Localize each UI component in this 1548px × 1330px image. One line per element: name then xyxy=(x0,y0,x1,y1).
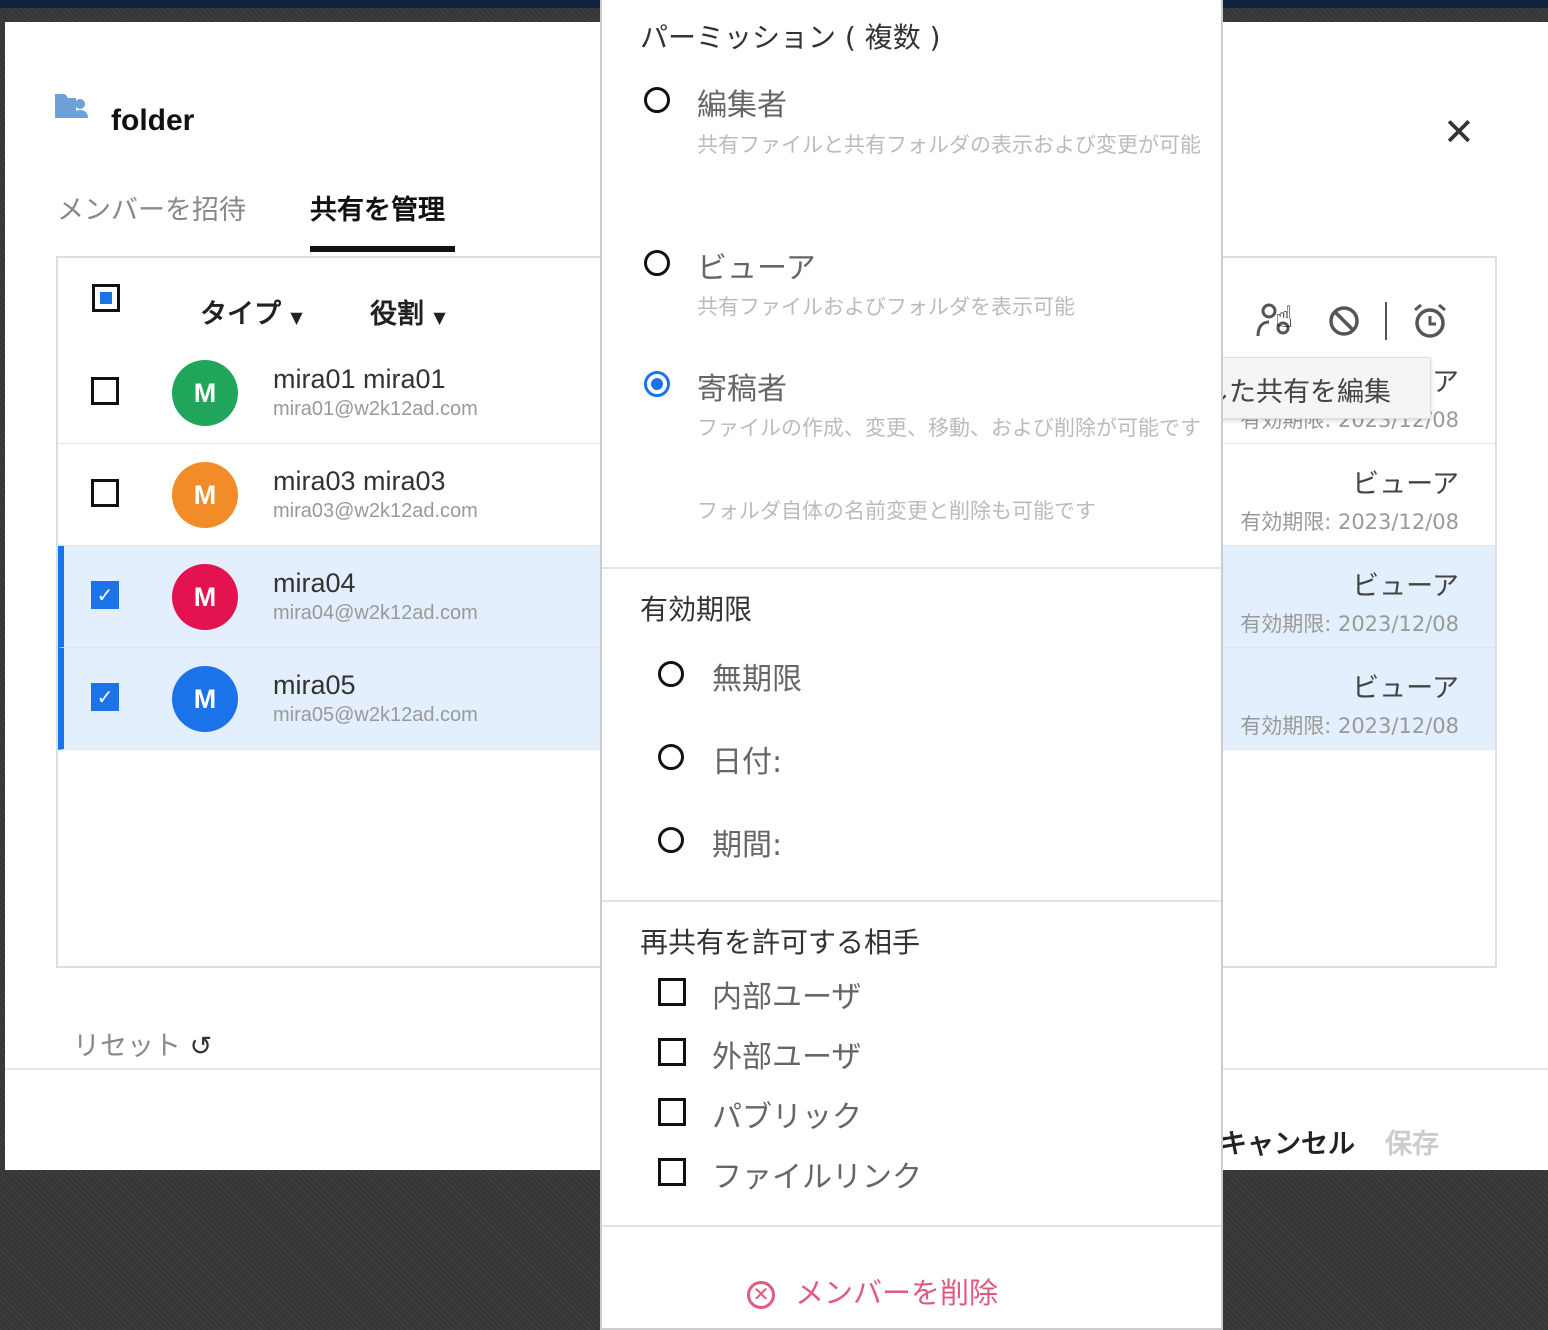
type-filter-label: タイプ xyxy=(200,299,281,330)
tab-invite-members[interactable]: メンバーを招待 xyxy=(57,188,246,227)
toolbar-divider xyxy=(1385,302,1387,340)
role-editor-label: 編集者 xyxy=(697,88,787,123)
expiry-title: 有効期限 xyxy=(640,593,753,626)
divider xyxy=(602,567,1221,569)
reset-icon: ↺ xyxy=(189,1031,213,1062)
expiry-never-label: 無期限 xyxy=(712,662,802,697)
member-email: mira05@w2k12ad.com xyxy=(273,704,478,726)
active-tab-indicator xyxy=(310,246,455,252)
member-expiry: 有効期限: 2023/12/08 xyxy=(1240,510,1459,534)
member-email: mira03@w2k12ad.com xyxy=(273,500,478,522)
member-expiry: 有効期限: 2023/12/08 xyxy=(1240,714,1459,738)
divider xyxy=(602,1225,1221,1227)
role-viewer-label: ビューア xyxy=(697,251,816,286)
member-email: mira01@w2k12ad.com xyxy=(273,398,478,420)
role-contributor-desc2: フォルダ自体の名前変更と削除も可能です xyxy=(697,499,1096,523)
reshare-filelink-checkbox[interactable] xyxy=(658,1158,686,1186)
edit-shares-popover: パーミッション ( 複数 ) 編集者 共有ファイルと共有フォルダの表示および変更… xyxy=(600,0,1223,1330)
block-icon[interactable] xyxy=(1327,304,1361,342)
hand-cursor-icon: ☝ xyxy=(1275,300,1294,335)
reset-label: リセット xyxy=(73,1031,181,1062)
member-name: mira03 mira03 xyxy=(273,466,446,496)
member-role: ビューア xyxy=(1352,469,1459,500)
caret-down-icon: ▼ xyxy=(433,308,446,327)
member-role: ビューア xyxy=(1352,571,1459,602)
cancel-button[interactable]: キャンセル xyxy=(1220,1122,1355,1161)
alarm-clock-icon[interactable] xyxy=(1410,302,1450,346)
row-checkbox[interactable] xyxy=(91,479,119,507)
close-icon[interactable]: ✕ xyxy=(1443,110,1475,154)
member-email: mira04@w2k12ad.com xyxy=(273,602,478,624)
expiry-date-label: 日付: xyxy=(712,745,783,780)
role-contributor-desc: ファイルの作成、変更、移動、および削除が可能です xyxy=(697,416,1201,440)
role-viewer-radio[interactable] xyxy=(644,250,670,276)
tab-manage-shares[interactable]: 共有を管理 xyxy=(310,188,445,227)
role-contributor-radio[interactable] xyxy=(644,371,670,397)
reset-button[interactable]: リセット ↺ xyxy=(73,1024,212,1063)
row-checkbox[interactable]: ✓ xyxy=(91,581,119,609)
avatar: M xyxy=(172,564,238,630)
role-filter-label: 役割 xyxy=(370,299,424,330)
reshare-public-label: パブリック xyxy=(712,1100,862,1135)
remove-circle-icon: ✕ xyxy=(747,1281,775,1309)
avatar: M xyxy=(172,462,238,528)
member-expiry: 有効期限: 2023/12/08 xyxy=(1240,612,1459,636)
reshare-internal-checkbox[interactable] xyxy=(658,978,686,1006)
reshare-internal-label: 内部ユーザ xyxy=(712,980,862,1015)
divider xyxy=(602,900,1221,902)
remove-member-label: メンバーを削除 xyxy=(795,1276,999,1310)
role-viewer-desc: 共有ファイルおよびフォルダを表示可能 xyxy=(697,295,1075,319)
shared-folder-icon xyxy=(53,90,89,124)
dialog-title: folder xyxy=(111,104,195,137)
expiry-period-radio[interactable] xyxy=(658,827,684,853)
reshare-external-checkbox[interactable] xyxy=(658,1038,686,1066)
member-name: mira01 mira01 xyxy=(273,364,446,394)
role-contributor-label: 寄稿者 xyxy=(697,372,787,407)
role-editor-desc: 共有ファイルと共有フォルダの表示および変更が可能 xyxy=(697,133,1201,157)
expiry-date-radio[interactable] xyxy=(658,744,684,770)
avatar: M xyxy=(172,360,238,426)
reshare-public-checkbox[interactable] xyxy=(658,1098,686,1126)
reshare-title: 再共有を許可する相手 xyxy=(640,926,921,959)
role-editor-radio[interactable] xyxy=(644,87,670,113)
member-name: mira04 xyxy=(273,568,356,598)
reshare-filelink-label: ファイルリンク xyxy=(712,1160,922,1195)
permission-title: パーミッション ( 複数 ) xyxy=(640,21,941,54)
role-filter[interactable]: 役割 ▼ xyxy=(370,292,446,331)
reshare-external-label: 外部ユーザ xyxy=(712,1040,862,1075)
save-button[interactable]: 保存 xyxy=(1385,1122,1439,1161)
caret-down-icon: ▼ xyxy=(290,308,303,327)
row-checkbox[interactable] xyxy=(91,377,119,405)
expiry-never-radio[interactable] xyxy=(658,661,684,687)
avatar: M xyxy=(172,666,238,732)
select-all-checkbox[interactable] xyxy=(92,284,120,312)
row-checkbox[interactable]: ✓ xyxy=(91,683,119,711)
remove-member-button[interactable]: ✕ メンバーを削除 xyxy=(747,1270,998,1312)
expiry-period-label: 期間: xyxy=(712,828,783,863)
member-role: ビューア xyxy=(1352,673,1459,704)
type-filter[interactable]: タイプ ▼ xyxy=(200,292,303,331)
member-name: mira05 xyxy=(273,670,356,700)
